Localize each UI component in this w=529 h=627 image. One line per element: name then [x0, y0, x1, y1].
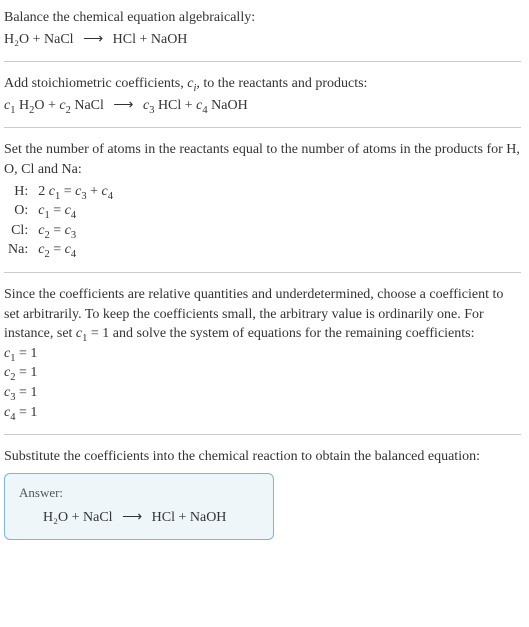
text-part: NaOH	[208, 98, 248, 113]
text-part: =	[50, 223, 65, 238]
text-part: H	[15, 98, 29, 113]
table-row: O: c1 = c4	[4, 201, 117, 221]
arrow-icon: ⟶	[83, 30, 103, 50]
list-item: c2 = 1	[4, 363, 521, 383]
arrow-icon: ⟶	[113, 96, 133, 116]
stoich-text: Add stoichiometric coefficients, ci, to …	[4, 74, 521, 94]
substitute-section: Substitute the coefficients into the che…	[4, 447, 521, 540]
equation-lhs: H₂O + NaCl	[43, 510, 113, 525]
text-part: Add stoichiometric coefficients,	[4, 76, 187, 91]
atom-label: H:	[4, 182, 34, 202]
atom-label: Na:	[4, 240, 34, 260]
atom-equation: c1 = c4	[34, 201, 117, 221]
text-part: NaCl	[71, 98, 108, 113]
equation-rhs: HCl + NaOH	[152, 510, 227, 525]
atom-label: Cl:	[4, 221, 34, 241]
table-row: Na: c2 = c4	[4, 240, 117, 260]
list-item: c1 = 1	[4, 344, 521, 364]
coeff-sub: 3	[71, 230, 76, 241]
divider	[4, 434, 521, 435]
text-part: = 1	[15, 385, 37, 400]
text-part: =	[60, 184, 75, 199]
text-part: = 1	[15, 365, 37, 380]
solutions-list: c1 = 1 c2 = 1 c3 = 1 c4 = 1	[4, 344, 521, 422]
text-part: HCl +	[154, 98, 196, 113]
coeff-equation: c1 H2O + c2 NaCl ⟶ c3 HCl + c4 NaOH	[4, 96, 521, 116]
table-row: Cl: c2 = c3	[4, 221, 117, 241]
substitute-text: Substitute the coefficients into the che…	[4, 447, 521, 467]
title-section: Balance the chemical equation algebraica…	[4, 8, 521, 49]
answer-equation: H₂O + NaCl ⟶ HCl + NaOH	[19, 508, 259, 528]
coeff-var: c	[139, 98, 149, 113]
text-part: +	[87, 184, 102, 199]
solve-text: Since the coefficients are relative quan…	[4, 285, 521, 344]
list-item: c4 = 1	[4, 403, 521, 423]
text-part: =	[50, 242, 65, 257]
equation-lhs: H₂O + NaCl	[4, 32, 74, 47]
answer-label: Answer:	[19, 484, 259, 502]
equation-rhs: HCl + NaOH	[113, 32, 188, 47]
atom-equation: c2 = c3	[34, 221, 117, 241]
solve-section: Since the coefficients are relative quan…	[4, 285, 521, 422]
divider	[4, 272, 521, 273]
text-part: = 1	[15, 405, 37, 420]
coeff-sub: 4	[71, 210, 76, 221]
atom-label: O:	[4, 201, 34, 221]
answer-box: Answer: H₂O + NaCl ⟶ HCl + NaOH	[4, 473, 274, 541]
balance-section: Set the number of atoms in the reactants…	[4, 140, 521, 260]
atom-equation: c2 = c4	[34, 240, 117, 260]
title-text: Balance the chemical equation algebraica…	[4, 8, 521, 28]
atom-equations-table: H: 2 c1 = c3 + c4 O: c1 = c4 Cl: c2 = c3…	[4, 182, 117, 260]
divider	[4, 61, 521, 62]
atom-equation: 2 c1 = c3 + c4	[34, 182, 117, 202]
text-part: O +	[34, 98, 59, 113]
list-item: c3 = 1	[4, 383, 521, 403]
coeff-sub: 4	[71, 249, 76, 260]
main-equation: H₂O + NaCl ⟶ HCl + NaOH	[4, 30, 521, 50]
text-part: , to the reactants and products:	[196, 76, 367, 91]
text-part: = 1	[15, 346, 37, 361]
divider	[4, 127, 521, 128]
stoich-section: Add stoichiometric coefficients, ci, to …	[4, 74, 521, 115]
text-part: 2	[38, 184, 49, 199]
text-part: =	[50, 203, 65, 218]
arrow-icon: ⟶	[122, 508, 142, 528]
text-part: = 1 and solve the system of equations fo…	[87, 326, 474, 341]
balance-text: Set the number of atoms in the reactants…	[4, 140, 521, 179]
coeff-sub: 4	[108, 190, 113, 201]
table-row: H: 2 c1 = c3 + c4	[4, 182, 117, 202]
